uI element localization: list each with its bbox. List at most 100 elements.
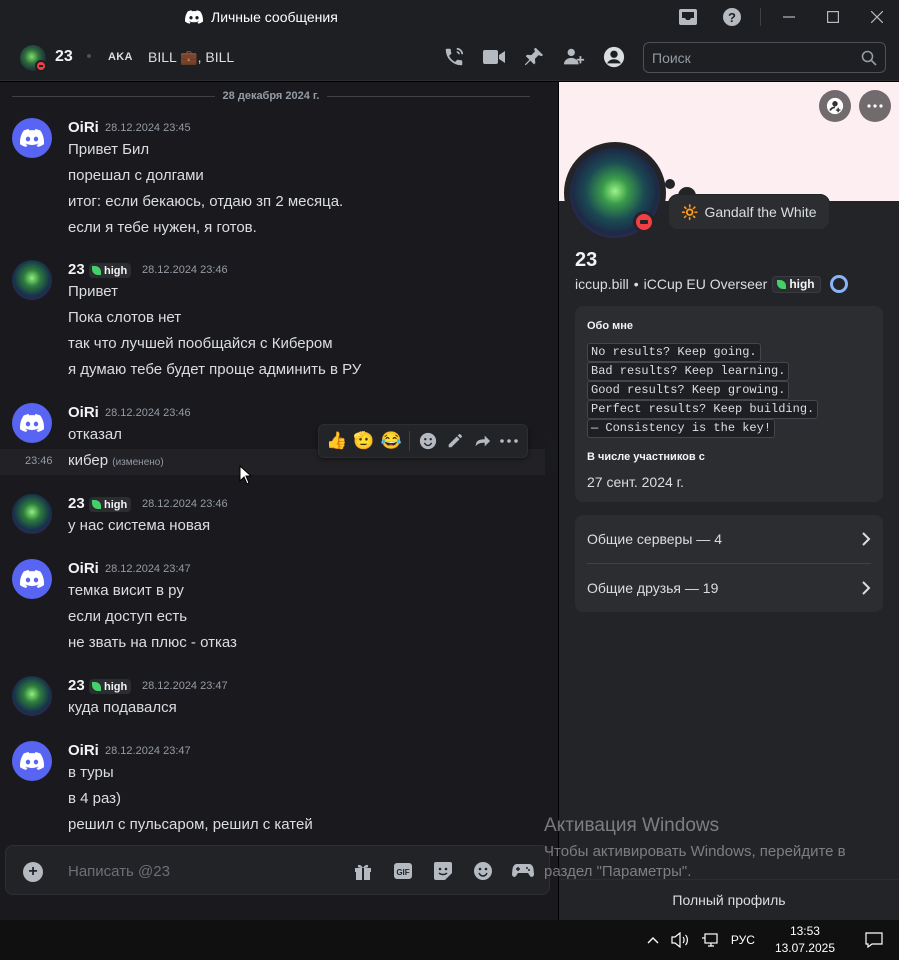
add-reaction-icon[interactable] xyxy=(414,427,441,455)
edited-label: (изменено) xyxy=(112,457,164,468)
message-author[interactable]: 23 xyxy=(68,677,85,694)
avatar[interactable] xyxy=(12,676,52,716)
guild-tag[interactable]: high xyxy=(89,679,132,694)
view-full-profile-button[interactable]: Полный профиль xyxy=(559,879,899,920)
pin-icon[interactable] xyxy=(520,43,548,71)
sticker-icon[interactable] xyxy=(431,859,455,883)
maximize-icon[interactable] xyxy=(811,0,855,33)
reaction-salute[interactable]: 🫡 xyxy=(350,427,377,455)
message-timestamp: 28.12.2024 23:45 xyxy=(105,122,191,134)
language-indicator[interactable]: РУС xyxy=(725,920,761,960)
aka-label: AKA xyxy=(108,51,133,63)
network-icon[interactable] xyxy=(695,920,725,960)
edit-icon[interactable] xyxy=(441,427,468,455)
mutual-friends-row[interactable]: Общие друзья — 19 xyxy=(587,564,871,612)
member-since-date: 27 сент. 2024 г. xyxy=(587,474,684,490)
volume-icon[interactable] xyxy=(665,920,695,960)
guild-tag[interactable]: high xyxy=(89,263,132,278)
activities-gamepad-icon[interactable] xyxy=(511,859,535,883)
message-input[interactable] xyxy=(68,860,328,882)
leaf-icon xyxy=(92,500,101,509)
chat-scrollbar[interactable] xyxy=(547,438,555,474)
leaf-icon xyxy=(92,682,101,691)
aka-aliases: BILL 💼, BILL xyxy=(148,49,235,65)
message-text: в 4 раз) xyxy=(68,790,122,807)
gift-icon[interactable] xyxy=(351,859,375,883)
user-profile-toggle-icon[interactable] xyxy=(600,43,628,71)
reaction-joy[interactable]: 😂 xyxy=(378,427,405,455)
mutual-servers-label: Общие серверы — 4 xyxy=(587,531,722,547)
titlebar-divider xyxy=(760,7,761,26)
close-icon[interactable] xyxy=(855,0,899,33)
message-timestamp: 28.12.2024 23:46 xyxy=(142,264,228,276)
add-friend-icon[interactable] xyxy=(819,90,851,122)
avatar[interactable] xyxy=(12,741,52,781)
avatar[interactable] xyxy=(12,559,52,599)
mutual-servers-row[interactable]: Общие серверы — 4 xyxy=(587,515,871,563)
add-friends-to-dm-icon[interactable] xyxy=(560,43,588,71)
about-me-line: No results? Keep going. xyxy=(587,343,761,362)
discord-icon xyxy=(185,9,203,24)
discord-logo-icon xyxy=(20,129,44,147)
upload-plus-icon[interactable]: + xyxy=(23,862,43,882)
message-text: кибер (изменено) xyxy=(68,452,164,469)
message-author[interactable]: OiRi xyxy=(68,404,99,421)
more-options-icon[interactable] xyxy=(496,427,523,455)
reaction-thumbs-up[interactable]: 👍 xyxy=(323,427,350,455)
mutual-card: Общие серверы — 4 Общие друзья — 19 xyxy=(575,515,883,612)
message-text: куда подавался xyxy=(68,699,177,716)
avatar[interactable] xyxy=(12,118,52,158)
emoji-icon[interactable] xyxy=(471,859,495,883)
message-author[interactable]: OiRi xyxy=(68,119,99,136)
profile-pronouns: iCCup EU Overseer xyxy=(643,276,768,292)
window-title-text: Личные сообщения xyxy=(211,8,338,25)
video-call-icon[interactable] xyxy=(480,43,508,71)
message-text: отказал xyxy=(68,426,122,443)
message-composer[interactable]: + GIF xyxy=(5,845,550,895)
system-clock[interactable]: 13:53 13.07.2025 xyxy=(761,923,849,957)
message-timestamp: 28.12.2024 23:47 xyxy=(105,563,191,575)
avatar[interactable] xyxy=(12,403,52,443)
about-me-line: Bad results? Keep learning. xyxy=(587,362,790,381)
search-icon xyxy=(861,50,877,66)
message-author[interactable]: 23 xyxy=(68,495,85,512)
forward-icon[interactable] xyxy=(468,427,495,455)
message-list: 28 декабря 2024 г. OiRi 28.12.2024 23:45… xyxy=(0,82,558,920)
guild-tag[interactable]: high xyxy=(89,497,132,512)
notifications-icon[interactable] xyxy=(849,920,899,960)
voice-call-icon[interactable] xyxy=(440,43,468,71)
avatar[interactable] xyxy=(12,260,52,300)
message-author[interactable]: OiRi xyxy=(68,560,99,577)
message-text: так что лучшей пообщайся с Кибером xyxy=(68,335,333,352)
watermark-line: Чтобы активировать Windows, перейдите в xyxy=(544,843,846,860)
message-author[interactable]: OiRi xyxy=(68,742,99,759)
help-icon[interactable]: ? xyxy=(710,0,754,33)
profile-display-name: 23 xyxy=(575,249,598,271)
message-timestamp: 28.12.2024 23:46 xyxy=(142,498,228,510)
search-input[interactable] xyxy=(652,49,861,66)
search-box[interactable] xyxy=(643,42,886,73)
gif-icon[interactable]: GIF xyxy=(391,859,415,883)
message-text: я думаю тебе будет проще админить в РУ xyxy=(68,361,362,378)
avatar[interactable] xyxy=(12,494,52,534)
profile-more-options-icon[interactable] xyxy=(859,90,891,122)
custom-status-bubble[interactable]: 🔆 Gandalf the White xyxy=(668,194,830,230)
dm-user-name[interactable]: 23 xyxy=(55,48,73,66)
message-timestamp: 23:46 xyxy=(25,455,53,467)
message-timestamp: 28.12.2024 23:46 xyxy=(105,407,191,419)
separator-dot: • xyxy=(633,276,639,292)
chevron-right-icon xyxy=(862,581,871,595)
chevron-up-icon[interactable] xyxy=(641,920,665,960)
message-text: если я тебе нужен, я готов. xyxy=(68,219,257,236)
discord-logo-icon xyxy=(20,570,44,588)
minimize-icon[interactable] xyxy=(767,0,811,33)
guild-tag[interactable]: high xyxy=(772,275,821,293)
mouse-cursor-icon xyxy=(239,465,252,485)
message-author[interactable]: 23 xyxy=(68,261,85,278)
badge-icon[interactable] xyxy=(829,275,848,293)
date-divider: 28 декабря 2024 г. xyxy=(12,88,531,104)
inbox-icon[interactable] xyxy=(666,0,710,33)
watermark-line: раздел "Параметры". xyxy=(544,863,692,880)
discord-logo-icon xyxy=(20,752,44,770)
clock-time: 13:53 xyxy=(789,924,820,938)
